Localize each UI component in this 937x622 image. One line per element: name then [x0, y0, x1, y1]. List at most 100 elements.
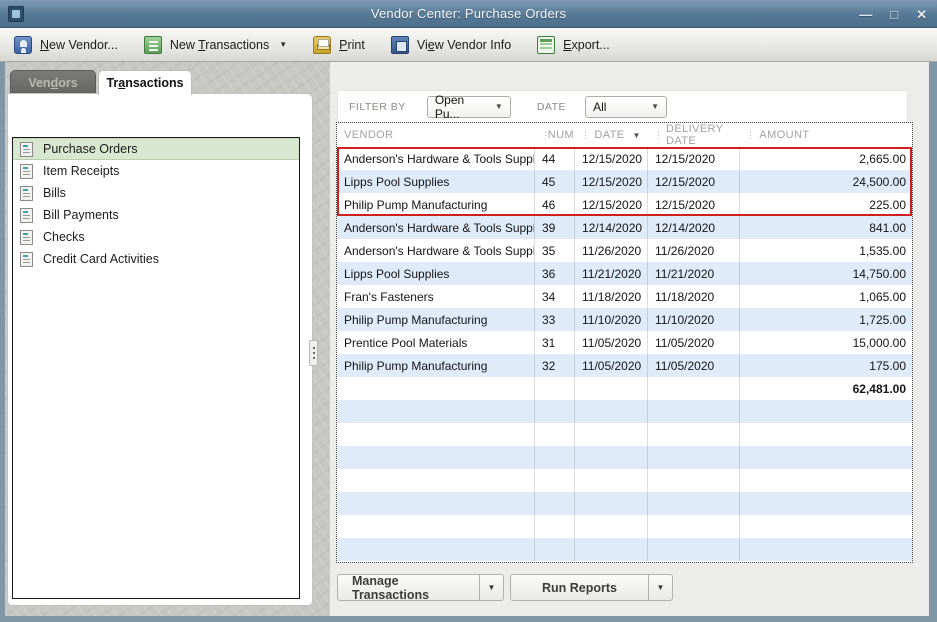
run-reports-label: Run Reports [511, 575, 648, 600]
new-transactions-button[interactable]: New Transactions ▼ [144, 36, 287, 54]
new-transactions-icon [144, 36, 162, 54]
cell-delivery-date: 12/14/2020 [647, 216, 739, 239]
cell-date: 12/15/2020 [574, 193, 647, 216]
sidebar-item-credit-card-activities[interactable]: Credit Card Activities [13, 248, 299, 270]
table-row[interactable]: Anderson's Hardware & Tools Supply4412/1… [337, 147, 912, 170]
cell-delivery-date [647, 377, 739, 400]
column-header-vendor[interactable]: VENDOR [337, 123, 534, 147]
table-header: VENDOR⋮NUM⋮DATE▼⋮DELIVERY DATE⋮AMOUNT [337, 123, 912, 147]
cell-amount: 1,725.00 [739, 308, 912, 331]
chevron-down-icon[interactable]: ▼ [648, 575, 672, 600]
cell-date: 11/10/2020 [574, 308, 647, 331]
cell-amount [739, 469, 912, 492]
column-separator: ⋮ [654, 130, 663, 141]
manage-transactions-label: Manage Transactions [338, 575, 479, 600]
cell-date: 11/18/2020 [574, 285, 647, 308]
table-row[interactable]: Philip Pump Manufacturing3211/05/202011/… [337, 354, 912, 377]
cell-vendor: Anderson's Hardware & Tools Supply [337, 239, 534, 262]
table-row[interactable]: Lipps Pool Supplies3611/21/202011/21/202… [337, 262, 912, 285]
cell-date: 11/21/2020 [574, 262, 647, 285]
cell-date: 11/05/2020 [574, 354, 647, 377]
cell-delivery-date [647, 446, 739, 469]
chevron-down-icon: ▼ [495, 102, 503, 111]
sidebar-item-item-receipts[interactable]: Item Receipts [13, 160, 299, 182]
tab-transactions[interactable]: Transactions [98, 70, 192, 95]
title-bar: Vendor Center: Purchase Orders — □ ✕ [0, 0, 937, 28]
cell-num: 32 [534, 354, 574, 377]
document-icon [20, 230, 33, 245]
cell-vendor: Philip Pump Manufacturing [337, 193, 534, 216]
cell-vendor [337, 515, 534, 538]
column-header-label: DELIVERY DATE [666, 123, 739, 147]
column-header-label: NUM [548, 129, 574, 141]
panel-splitter[interactable] [312, 62, 330, 616]
column-header-amount[interactable]: ⋮AMOUNT [739, 123, 912, 147]
empty-row [337, 515, 912, 538]
document-icon [20, 252, 33, 267]
cell-vendor [337, 492, 534, 515]
manage-transactions-button[interactable]: Manage Transactions ▼ [337, 574, 504, 601]
minimize-button[interactable]: — [859, 8, 872, 21]
table-body: Anderson's Hardware & Tools Supply4412/1… [337, 147, 912, 561]
print-button[interactable]: Print [313, 36, 365, 54]
cell-vendor: Anderson's Hardware & Tools Supply [337, 147, 534, 170]
cell-vendor: Lipps Pool Supplies [337, 262, 534, 285]
export-label: Export... [563, 38, 610, 52]
splitter-grip-icon[interactable] [309, 340, 318, 366]
chevron-down-icon[interactable]: ▼ [479, 575, 503, 600]
cell-amount: 15,000.00 [739, 331, 912, 354]
sidebar-item-label: Purchase Orders [43, 142, 137, 156]
tab-vendors-label: Vendors [28, 76, 77, 90]
total-row[interactable]: 62,481.00 [337, 377, 912, 400]
sidebar-item-purchase-orders[interactable]: Purchase Orders [13, 138, 299, 160]
table-row[interactable]: Philip Pump Manufacturing4612/15/202012/… [337, 193, 912, 216]
document-icon [20, 208, 33, 223]
tab-transactions-label: Transactions [106, 76, 183, 90]
table-row[interactable]: Lipps Pool Supplies4512/15/202012/15/202… [337, 170, 912, 193]
date-dropdown[interactable]: All ▼ [585, 96, 667, 118]
cell-num [534, 469, 574, 492]
view-vendor-info-button[interactable]: View Vendor Info [391, 36, 511, 54]
table-row[interactable]: Fran's Fasteners3411/18/202011/18/20201,… [337, 285, 912, 308]
cell-date [574, 400, 647, 423]
column-header-num[interactable]: ⋮NUM [534, 123, 574, 147]
table-row[interactable]: Anderson's Hardware & Tools Supply3912/1… [337, 216, 912, 239]
column-header-label: DATE [594, 129, 624, 141]
document-icon [20, 142, 33, 157]
cell-delivery-date [647, 423, 739, 446]
empty-row [337, 492, 912, 515]
table-row[interactable]: Prentice Pool Materials3111/05/202011/05… [337, 331, 912, 354]
cell-delivery-date [647, 492, 739, 515]
cell-delivery-date: 11/21/2020 [647, 262, 739, 285]
cell-date [574, 469, 647, 492]
cell-date: 12/15/2020 [574, 147, 647, 170]
sidebar-item-bill-payments[interactable]: Bill Payments [13, 204, 299, 226]
cell-date [574, 515, 647, 538]
tab-vendors[interactable]: Vendors [10, 70, 96, 95]
empty-row [337, 469, 912, 492]
cell-date [574, 423, 647, 446]
sidebar-item-bills[interactable]: Bills [13, 182, 299, 204]
sidebar-item-checks[interactable]: Checks [13, 226, 299, 248]
new-vendor-button[interactable]: New Vendor... [14, 36, 118, 54]
cell-delivery-date: 12/15/2020 [647, 147, 739, 170]
cell-date: 12/14/2020 [574, 216, 647, 239]
cell-num: 46 [534, 193, 574, 216]
column-header-delivery-date[interactable]: ⋮DELIVERY DATE [647, 123, 739, 147]
cell-vendor [337, 423, 534, 446]
run-reports-button[interactable]: Run Reports ▼ [510, 574, 673, 601]
filter-by-value: Open Pu... [435, 93, 489, 121]
cell-vendor: Philip Pump Manufacturing [337, 354, 534, 377]
table-row[interactable]: Anderson's Hardware & Tools Supply35 11/2… [337, 239, 912, 262]
table-row[interactable]: Philip Pump Manufacturing3311/10/202011/… [337, 308, 912, 331]
column-header-date[interactable]: ⋮DATE▼ [574, 123, 647, 147]
maximize-button[interactable]: □ [890, 8, 898, 21]
empty-row [337, 446, 912, 469]
cell-delivery-date: 11/26/2020 [647, 239, 739, 262]
chevron-down-icon[interactable]: ▼ [279, 40, 287, 49]
cell-date [574, 446, 647, 469]
cell-num: 35 [534, 239, 574, 262]
close-button[interactable]: ✕ [916, 8, 927, 21]
filter-by-dropdown[interactable]: Open Pu... ▼ [427, 96, 511, 118]
export-button[interactable]: Export... [537, 36, 610, 54]
